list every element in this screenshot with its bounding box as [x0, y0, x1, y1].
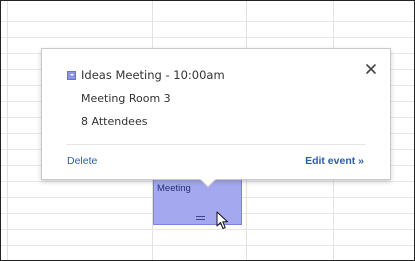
delete-link[interactable]: Delete — [67, 155, 97, 167]
popup-pointer-arrow — [200, 179, 216, 188]
grid-row-line — [1, 37, 414, 38]
edit-event-link[interactable]: Edit event » — [305, 155, 364, 167]
mouse-cursor-icon — [216, 211, 228, 229]
event-attendees: 8 Attendees — [81, 115, 148, 128]
grid-column-line — [7, 1, 8, 260]
grid-row-line — [1, 21, 414, 22]
event-location: Meeting Room 3 — [81, 92, 171, 105]
event-block-label: Meeting — [157, 183, 191, 194]
resize-handle[interactable] — [196, 216, 205, 220]
event-title-row: Ideas Meeting - 10:00am — [67, 68, 225, 82]
popup-divider — [66, 144, 366, 145]
event-color-swatch[interactable] — [67, 70, 76, 80]
close-icon[interactable] — [365, 63, 377, 75]
calendar-view: Meeting Ideas Meeting - 10:00am Meeting … — [0, 0, 415, 261]
event-details-popup: Ideas Meeting - 10:00am Meeting Room 3 8… — [41, 48, 391, 188]
event-title: Ideas Meeting - 10:00am — [81, 68, 225, 82]
grid-row-line — [1, 229, 414, 230]
grid-row-line — [1, 245, 414, 246]
